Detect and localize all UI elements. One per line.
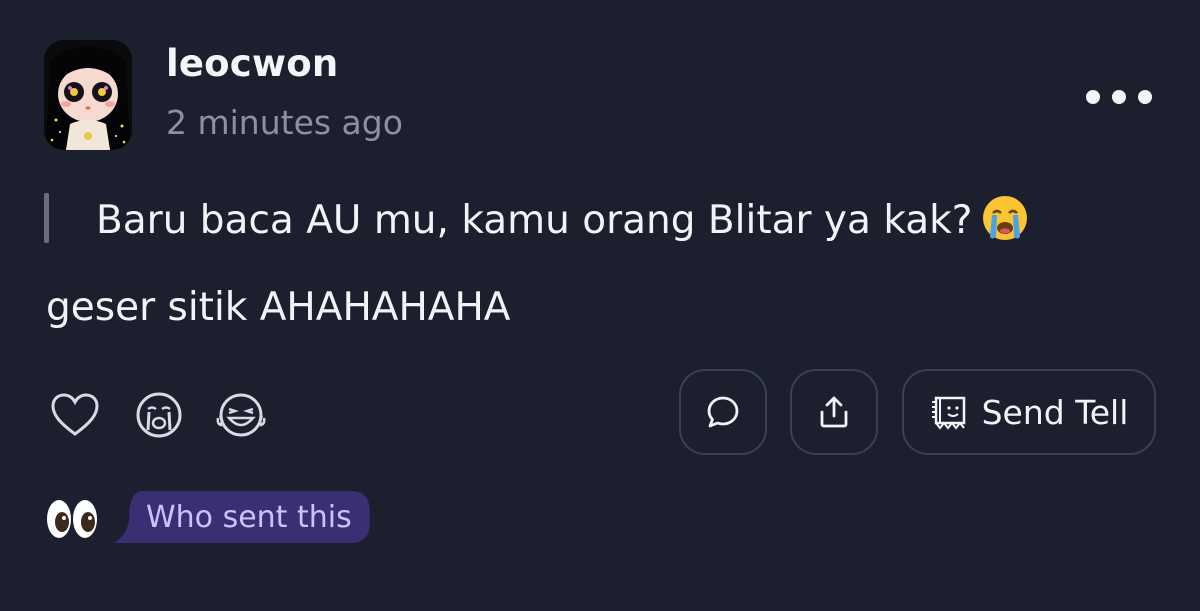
- avatar-image: [44, 40, 132, 150]
- share-button[interactable]: [790, 369, 878, 455]
- reply-message: geser sitik AHAHAHAHA: [46, 285, 511, 330]
- send-tell-button[interactable]: Send Tell: [902, 369, 1156, 455]
- heart-outline-icon: [51, 393, 99, 436]
- avatar[interactable]: [44, 40, 132, 150]
- who-sent-this-button[interactable]: Who sent this: [114, 491, 370, 543]
- crying-reaction-button[interactable]: [132, 388, 186, 442]
- more-horizontal-icon-dot: [1138, 90, 1152, 104]
- post-card: leocwon 2 minutes ago Baru baca AU mu, k…: [0, 0, 1200, 611]
- more-horizontal-icon-dot: [1112, 90, 1126, 104]
- laughing-face-outline-icon: [216, 393, 266, 437]
- quoted-message: Baru baca AU mu, kamu orang Blitar ya ka…: [96, 193, 1030, 253]
- tell-card-icon: [931, 396, 965, 430]
- eyes-emoji: [46, 498, 98, 540]
- quote-bar: [44, 193, 49, 243]
- heart-reaction-button[interactable]: [48, 388, 102, 442]
- speech-bubble-icon: [707, 396, 739, 428]
- comment-button[interactable]: [679, 369, 767, 455]
- who-sent-label: Who sent this: [146, 499, 352, 535]
- crying-face-emoji: [980, 193, 1030, 253]
- more-options-button[interactable]: [1086, 82, 1152, 112]
- username[interactable]: leocwon: [166, 42, 338, 85]
- laughing-reaction-button[interactable]: [214, 388, 268, 442]
- timestamp: 2 minutes ago: [166, 103, 403, 142]
- more-horizontal-icon: [1086, 90, 1100, 104]
- share-upload-icon: [820, 396, 848, 428]
- crying-face-outline-icon: [136, 392, 182, 438]
- send-tell-label: Send Tell: [981, 392, 1129, 432]
- quoted-message-text: Baru baca AU mu, kamu orang Blitar ya ka…: [96, 198, 973, 243]
